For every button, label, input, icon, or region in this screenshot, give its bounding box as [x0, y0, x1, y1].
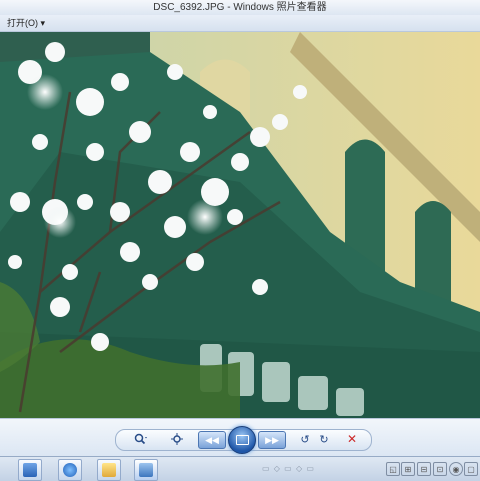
photo-canvas: [0, 32, 480, 418]
folder-icon: [102, 463, 116, 477]
photo-viewer-icon: [139, 463, 153, 477]
photo-viewport: [0, 32, 480, 418]
browser-icon: [63, 463, 77, 477]
zoom-icon[interactable]: [133, 432, 149, 446]
tray-icon-4[interactable]: ⊡: [433, 462, 447, 476]
taskbar-app-1[interactable]: [18, 459, 42, 481]
rotate-clockwise-icon[interactable]: ↻: [316, 432, 332, 446]
tray-icon-1[interactable]: ◱: [386, 462, 400, 476]
next-button[interactable]: ▶▶: [258, 431, 286, 449]
rotate-counterclockwise-icon[interactable]: ↺: [297, 432, 313, 446]
previous-icon: ◀◀: [205, 434, 219, 445]
previous-button[interactable]: ◀◀: [198, 431, 226, 449]
window-title: DSC_6392.JPG - Windows 照片查看器: [153, 2, 327, 13]
slideshow-icon: [236, 435, 249, 445]
title-bar: DSC_6392.JPG - Windows 照片查看器: [0, 0, 480, 16]
tray-icon-3[interactable]: ⊟: [417, 462, 431, 476]
taskbar-app-2[interactable]: [58, 459, 82, 481]
tray-icon-6[interactable]: ▢: [464, 462, 478, 476]
taskbar-explorer[interactable]: [97, 459, 121, 481]
taskbar-photo-viewer[interactable]: [134, 459, 158, 481]
delete-icon[interactable]: ✕: [344, 432, 360, 446]
tray-icon-5[interactable]: ◉: [449, 462, 463, 476]
app-icon: [23, 463, 37, 477]
taskbar: ▭ ◇ ▭ ◇ ▭ ◱ ⊞ ⊟ ⊡ ◉ ▢: [0, 456, 480, 481]
tray-faint-icons: ▭ ◇ ▭ ◇ ▭: [262, 464, 315, 473]
tray-icon-2[interactable]: ⊞: [401, 462, 415, 476]
open-menu[interactable]: 打开(O) ▾: [5, 16, 47, 30]
menu-bar: 打开(O) ▾: [0, 15, 480, 32]
slideshow-button[interactable]: [228, 426, 256, 454]
actual-size-icon[interactable]: [169, 432, 185, 446]
viewer-controls: ◀◀ ▶▶ ↺ ↻ ✕: [0, 418, 480, 457]
next-icon: ▶▶: [265, 434, 279, 445]
